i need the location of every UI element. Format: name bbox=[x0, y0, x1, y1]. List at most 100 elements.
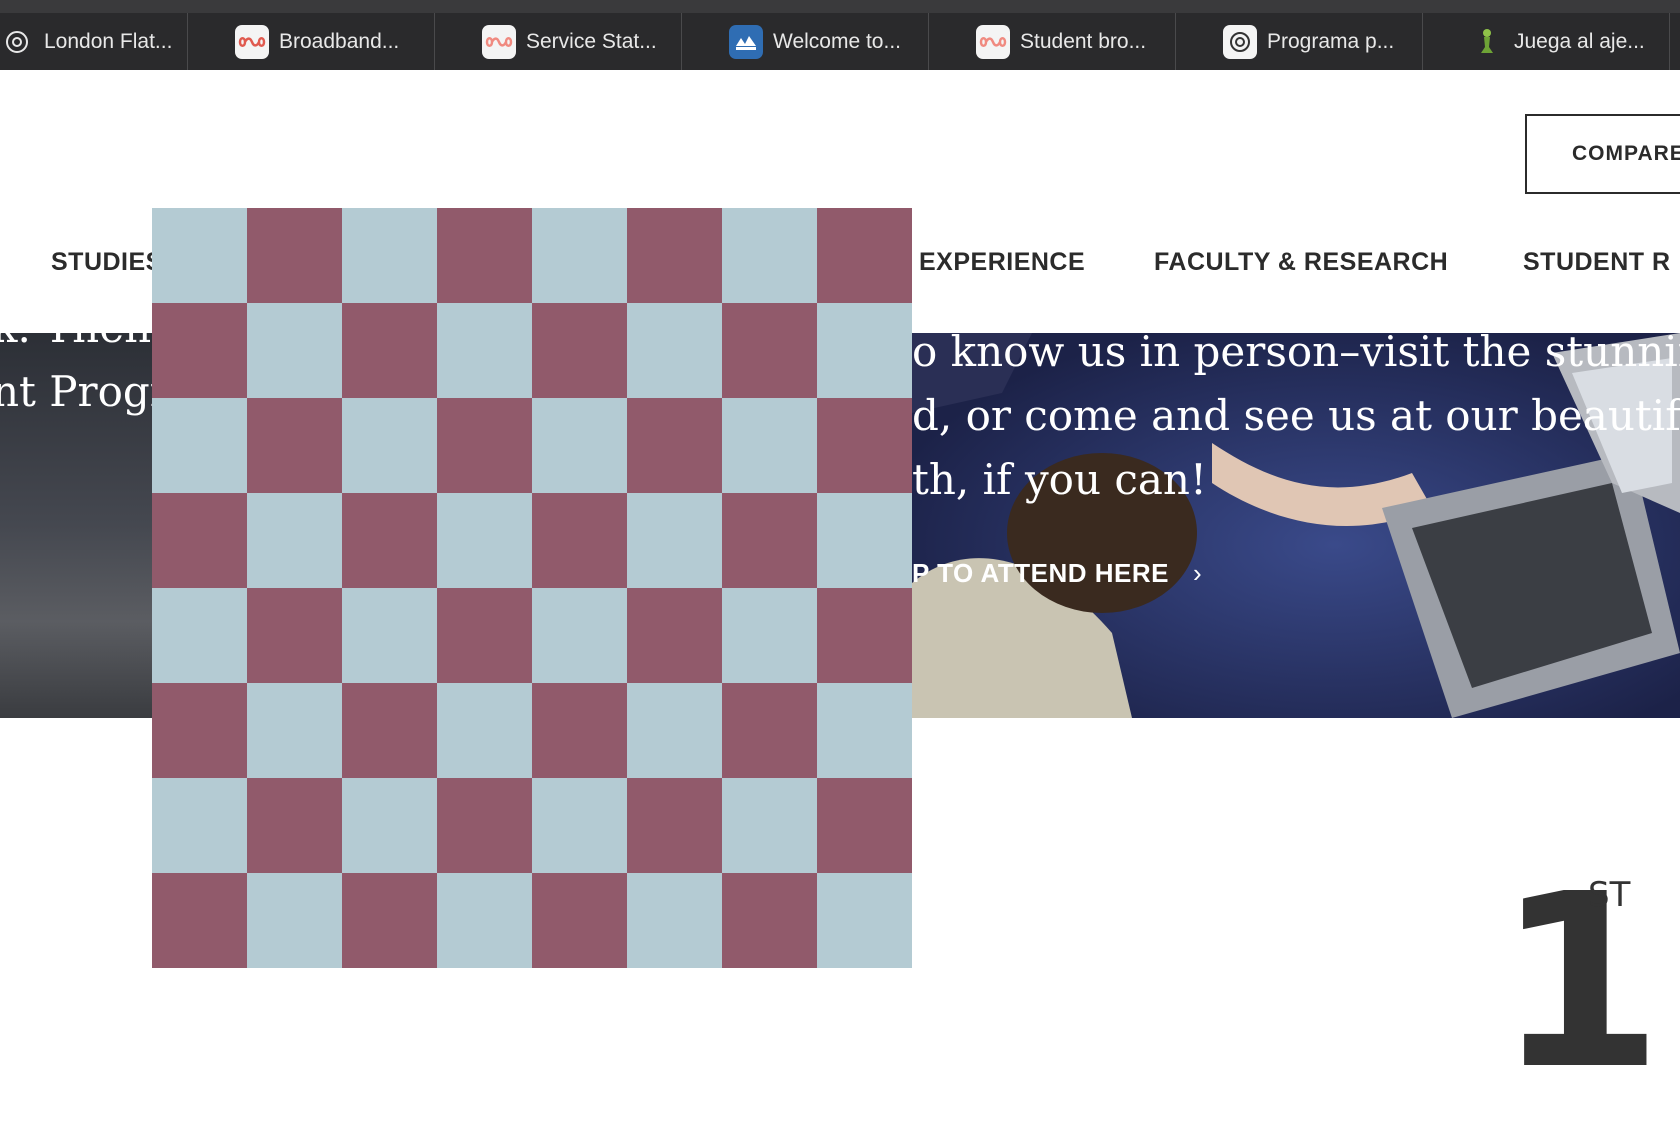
checker-square bbox=[532, 588, 627, 683]
checker-square bbox=[722, 683, 817, 778]
cta-label: P TO ATTEND HERE bbox=[912, 558, 1169, 588]
hero-text-line1: o know us in person–visit the stunning r bbox=[912, 333, 1680, 376]
checker-square bbox=[722, 588, 817, 683]
browser-tab[interactable]: Service Stat... bbox=[435, 13, 682, 70]
ranking-number: 1 bbox=[1496, 842, 1663, 1122]
browser-tab[interactable]: Programa p... bbox=[1176, 13, 1423, 70]
browser-tab[interactable]: Student bro... bbox=[929, 13, 1176, 70]
checker-square bbox=[817, 208, 912, 303]
checkerboard-overlay bbox=[152, 208, 912, 968]
checker-square bbox=[437, 398, 532, 493]
infinity-icon bbox=[482, 24, 516, 59]
nav-item-experience[interactable]: EXPERIENCE bbox=[919, 248, 1085, 277]
checker-square bbox=[532, 493, 627, 588]
checker-square bbox=[342, 208, 437, 303]
checker-square bbox=[627, 778, 722, 873]
openai-icon bbox=[1223, 24, 1257, 59]
checker-square bbox=[722, 398, 817, 493]
checker-square bbox=[152, 683, 247, 778]
checker-square bbox=[627, 588, 722, 683]
tab-title: Student bro... bbox=[1020, 29, 1147, 53]
infinity-icon bbox=[976, 24, 1010, 59]
chess-pawn-icon bbox=[1470, 25, 1504, 59]
checker-square bbox=[627, 398, 722, 493]
checker-square bbox=[722, 493, 817, 588]
nav-item-faculty-research[interactable]: FACULTY & RESEARCH bbox=[1154, 248, 1448, 277]
nav-item-student[interactable]: STUDENT R bbox=[1523, 248, 1671, 277]
checker-square bbox=[532, 398, 627, 493]
browser-tab[interactable]: London Flat... bbox=[0, 13, 188, 70]
browser-tab[interactable]: Broadband... bbox=[188, 13, 435, 70]
nav-item-studies[interactable]: STUDIES bbox=[51, 248, 163, 277]
checker-square bbox=[627, 303, 722, 398]
checker-square bbox=[532, 683, 627, 778]
checker-square bbox=[247, 588, 342, 683]
checker-square bbox=[152, 588, 247, 683]
infinity-icon bbox=[235, 24, 269, 59]
tab-title: Welcome to... bbox=[773, 29, 901, 53]
checker-square bbox=[437, 588, 532, 683]
chevron-right-icon: › bbox=[1192, 558, 1203, 588]
checker-square bbox=[342, 588, 437, 683]
checker-square bbox=[247, 778, 342, 873]
checker-square bbox=[152, 493, 247, 588]
checker-square bbox=[247, 873, 342, 968]
browser-tab[interactable]: Juega al aje... bbox=[1423, 13, 1670, 70]
compare-button[interactable]: COMPARE bbox=[1525, 114, 1680, 194]
checker-square bbox=[722, 778, 817, 873]
tab-title: Juega al aje... bbox=[1514, 29, 1645, 53]
tab-title: Service Stat... bbox=[526, 29, 657, 53]
checker-square bbox=[152, 398, 247, 493]
browser-tab[interactable]: Welcome to... bbox=[682, 13, 929, 70]
checker-square bbox=[152, 778, 247, 873]
browser-tab-bar: London Flat... Broadband... Service Stat… bbox=[0, 0, 1680, 70]
checker-square bbox=[627, 873, 722, 968]
checker-square bbox=[627, 208, 722, 303]
checker-square bbox=[532, 873, 627, 968]
checker-square bbox=[817, 398, 912, 493]
checker-square bbox=[342, 303, 437, 398]
checker-square bbox=[152, 303, 247, 398]
checker-square bbox=[532, 303, 627, 398]
checker-square bbox=[437, 873, 532, 968]
compare-button-label: COMPARE bbox=[1572, 142, 1680, 165]
checker-square bbox=[817, 493, 912, 588]
checker-square bbox=[817, 588, 912, 683]
checker-square bbox=[342, 683, 437, 778]
hero-text-line2: d, or come and see us at our beautiful a bbox=[912, 391, 1680, 440]
tab-title: London Flat... bbox=[44, 29, 173, 53]
tab-title: Programa p... bbox=[1267, 29, 1395, 53]
hero-text-line3: th, if you can! bbox=[912, 455, 1207, 504]
ranking-suffix: ST bbox=[1588, 875, 1631, 915]
checker-square bbox=[437, 303, 532, 398]
checker-square bbox=[152, 873, 247, 968]
sign-up-to-attend-link[interactable]: P TO ATTEND HERE › bbox=[912, 558, 1202, 589]
checker-square bbox=[532, 778, 627, 873]
checker-square bbox=[817, 303, 912, 398]
checker-square bbox=[722, 873, 817, 968]
checker-square bbox=[817, 683, 912, 778]
tab-title: Broadband... bbox=[279, 29, 400, 53]
checker-square bbox=[342, 873, 437, 968]
checker-square bbox=[722, 303, 817, 398]
checker-square bbox=[152, 208, 247, 303]
checker-square bbox=[437, 493, 532, 588]
checker-square bbox=[627, 683, 722, 778]
chess-board-icon bbox=[729, 24, 763, 59]
checker-square bbox=[722, 208, 817, 303]
openai-icon bbox=[0, 25, 34, 59]
hero-text-left-line1: k. Then bbox=[0, 333, 151, 352]
checker-square bbox=[342, 778, 437, 873]
checker-square bbox=[627, 493, 722, 588]
checker-square bbox=[437, 683, 532, 778]
checker-square bbox=[247, 208, 342, 303]
checker-square bbox=[247, 303, 342, 398]
checker-square bbox=[247, 493, 342, 588]
checker-square bbox=[437, 778, 532, 873]
checker-square bbox=[247, 398, 342, 493]
checker-square bbox=[817, 778, 912, 873]
checker-square bbox=[247, 683, 342, 778]
checker-square bbox=[342, 493, 437, 588]
checker-square bbox=[817, 873, 912, 968]
checker-square bbox=[342, 398, 437, 493]
